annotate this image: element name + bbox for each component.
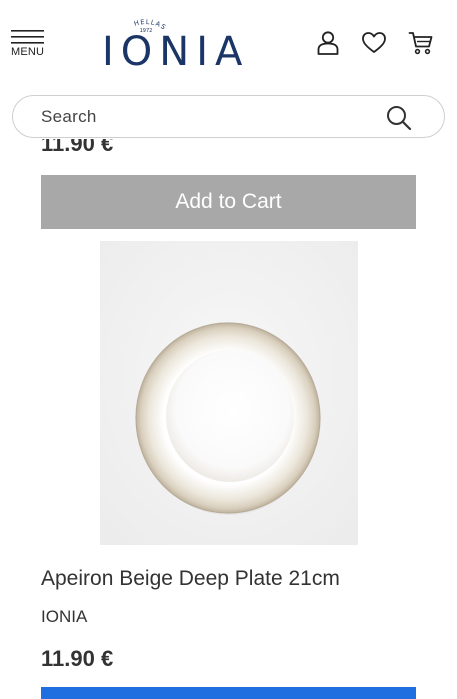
menu-button[interactable]: MENU: [10, 28, 48, 62]
menu-icon: [11, 30, 44, 44]
add-to-cart-button[interactable]: Add to Cart: [41, 175, 416, 229]
previous-product-price: 11.90 €: [41, 139, 114, 156]
heart-icon[interactable]: [361, 30, 387, 56]
cart-icon[interactable]: [408, 30, 434, 56]
plate-illustration: [100, 241, 358, 545]
product-price: 11.90 €: [41, 646, 114, 671]
search-icon[interactable]: [385, 104, 413, 132]
user-icon[interactable]: [315, 30, 341, 56]
search-input[interactable]: [41, 102, 371, 132]
site-header: MENU HELLAS 1972 IONIA: [0, 0, 457, 90]
logo-text: IONIA: [102, 29, 250, 75]
next-product-button[interactable]: [41, 687, 416, 699]
product-brand: IONIA: [41, 607, 88, 626]
ionia-logo[interactable]: HELLAS 1972 IONIA: [96, 8, 276, 74]
search-bar: [12, 95, 445, 138]
product-name[interactable]: Apeiron Beige Deep Plate 21cm: [41, 567, 340, 591]
product-image[interactable]: [100, 241, 358, 545]
product-list: 11.90 € Add to Cart Apeiron Beige Deep P…: [0, 139, 457, 699]
menu-label: MENU: [11, 46, 45, 58]
